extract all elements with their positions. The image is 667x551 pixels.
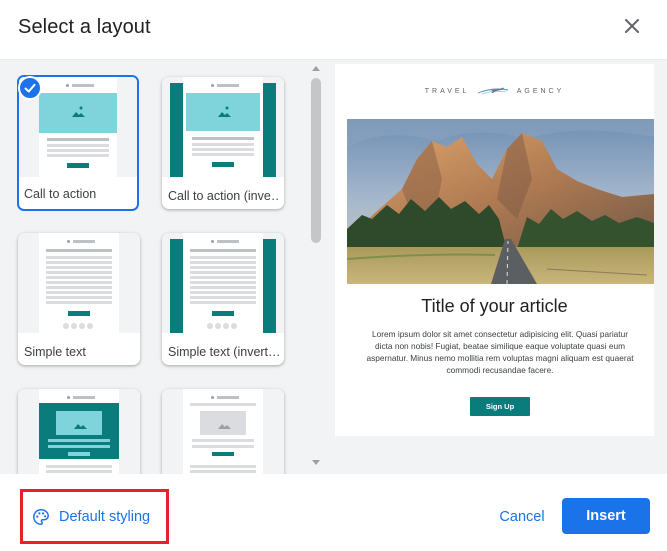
layout-simple-text[interactable]: Simple text bbox=[18, 233, 140, 365]
layout-label: Call to action bbox=[24, 187, 97, 201]
article-body: Lorem ipsum dolor sit amet consectetur a… bbox=[366, 329, 634, 375]
layout-simple-text-inverted[interactable]: Simple text (invert… bbox=[162, 233, 284, 365]
insert-button[interactable]: Insert bbox=[562, 498, 650, 534]
layout-label: Simple text bbox=[24, 345, 86, 359]
layout-teal-hero[interactable] bbox=[18, 389, 140, 474]
scroll-down-arrow-icon[interactable] bbox=[312, 460, 320, 465]
layout-thumbnail-simple-text bbox=[18, 233, 140, 333]
brand-logo: TRAVEL AGENCY bbox=[335, 86, 654, 96]
brand-text-left: TRAVEL bbox=[424, 87, 470, 95]
layout-label: Call to action (inve… bbox=[168, 189, 280, 203]
layout-thumbnail-simple-text-inverted bbox=[162, 233, 284, 333]
layout-thumbnail-call-to-action-inverted bbox=[162, 77, 284, 177]
airplane-icon bbox=[477, 87, 509, 95]
layout-grey-hero[interactable] bbox=[162, 389, 284, 474]
selected-check bbox=[18, 76, 42, 100]
layout-call-to-action-inverted[interactable]: Call to action (inve… bbox=[162, 77, 284, 209]
brand-text-right: AGENCY bbox=[516, 87, 565, 95]
layout-thumbnail-teal-hero bbox=[18, 389, 140, 474]
sign-up-button[interactable]: Sign Up bbox=[470, 397, 530, 416]
layout-thumbnail-grey-hero bbox=[162, 389, 284, 474]
scroll-up-arrow-icon[interactable] bbox=[312, 66, 320, 71]
close-icon bbox=[625, 19, 639, 33]
layout-grid-scrollbar[interactable] bbox=[308, 60, 324, 474]
default-styling-button[interactable]: Default styling bbox=[20, 489, 169, 544]
close-button[interactable] bbox=[618, 12, 646, 40]
layout-grid: Call to action Call to action (inve… Sim… bbox=[0, 60, 308, 474]
check-icon bbox=[24, 83, 36, 93]
default-styling-label: Default styling bbox=[59, 508, 151, 525]
layout-label: Simple text (invert… bbox=[168, 345, 280, 359]
hero-image bbox=[347, 119, 654, 284]
article-title: Title of your article bbox=[421, 296, 568, 316]
dialog-title: Select a layout bbox=[18, 16, 151, 38]
scrollbar-thumb[interactable] bbox=[311, 78, 321, 243]
cancel-button[interactable]: Cancel bbox=[487, 499, 557, 535]
dialog-header: Select a layout bbox=[0, 0, 667, 58]
layout-preview: TRAVEL AGENCY Title of your article Lore… bbox=[335, 64, 654, 436]
palette-icon bbox=[33, 508, 49, 525]
